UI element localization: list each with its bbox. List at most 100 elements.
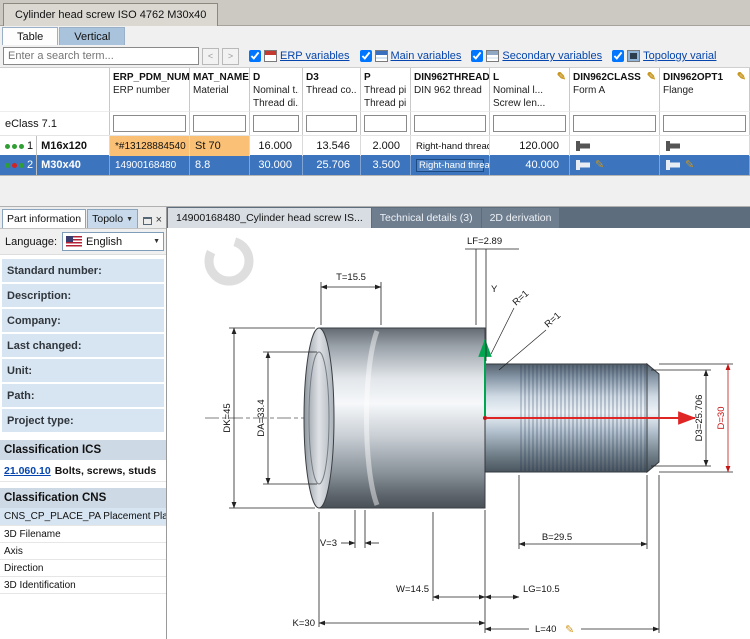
language-select[interactable]: English ▼ [62,232,164,251]
secondary-variables-link[interactable]: Secondary variables [502,50,602,62]
cns-item-3d-identification[interactable]: 3D Identification [0,577,166,594]
cell-din962opt1[interactable]: ✎ [660,155,750,175]
cell-material[interactable]: 8.8 [190,155,250,175]
table-row[interactable]: 1 M16x120 *#13128884540 St 70 16.000 13.… [0,135,750,155]
dim-t: T=15.5 [336,272,366,283]
ics-item[interactable]: 21.060.10 Bolts, screws, studs [0,460,166,482]
tab-2d-derivation[interactable]: 2D derivation [482,208,560,228]
document-tab[interactable]: Cylinder head screw ISO 4762 M30x40 [3,3,218,26]
view-tabbar: Table Vertical [0,26,750,45]
drawing-canvas[interactable]: T=15.5 LF=2.89 Y R=1 R=1 DK=45 DA=33.4 D… [167,228,750,639]
edit-pencil-icon[interactable]: ✎ [565,624,574,636]
cell-erp[interactable]: *#13128884540 [110,136,190,156]
topology-variables-link[interactable]: Topology varial [643,50,716,62]
cell-thread[interactable]: Right-hand thread ✎ [411,155,490,175]
cell-din962class[interactable]: ✎ [570,155,660,175]
field-last-changed[interactable]: Last changed: [2,334,164,357]
erp-variables-link[interactable]: ERP variables [280,50,350,62]
ics-code-link[interactable]: 21.060.10 [4,465,51,477]
thread-combo[interactable]: Right-hand thread ✎ [416,159,484,172]
topology-tab-label: Topolo [92,213,123,225]
column-name: P [364,72,371,83]
cell-thread[interactable]: Right-hand thread [411,136,490,156]
edit-column-icon[interactable]: ✎ [737,72,746,83]
column-header-d3[interactable]: D3 Thread co... [303,68,361,111]
cell-d[interactable]: 16.000 [250,136,303,156]
cell-din962opt1[interactable] [660,136,750,156]
cell-d3[interactable]: 25.706 [303,155,361,175]
topology-variables-checkbox[interactable] [612,50,624,62]
cns-item-placement[interactable]: CNS_CP_PLACE_PA Placement Pla [0,508,166,526]
filter-input-l[interactable] [493,115,566,132]
column-name: ERP_PDM_NUMBER [113,72,190,83]
column-header-din962class[interactable]: DIN962CLASS✎ Form A [570,68,660,111]
tab-part-information[interactable]: Part information [2,209,86,228]
tab-part-preview[interactable]: 14900168480_Cylinder head screw IS... [168,208,371,228]
filter-input-d[interactable] [253,115,299,132]
filter-input-p[interactable] [364,115,407,132]
filter-topology-variables: Topology varial [612,50,716,62]
column-header-p[interactable]: P Thread pi...Thread pi... [361,68,411,111]
field-company[interactable]: Company: [2,309,164,332]
field-path[interactable]: Path: [2,384,164,407]
column-header-d[interactable]: D Nominal t...Thread di... [250,68,303,111]
tab-technical-details[interactable]: Technical details (3) [372,208,481,228]
tab-table[interactable]: Table [2,27,58,45]
cell-erp[interactable]: 14900168480 [110,155,190,175]
cell-l[interactable]: 120.000 [490,136,570,156]
column-header-mat[interactable]: MAT_NAME Material [190,68,250,111]
technical-drawing: T=15.5 LF=2.89 Y R=1 R=1 DK=45 DA=33.4 D… [167,228,750,639]
cell-l[interactable]: 40.000 [490,155,570,175]
filter-input-din962class[interactable] [573,115,656,132]
edit-pencil-icon[interactable]: ✎ [595,160,604,171]
cell-p[interactable]: 3.500 [361,155,411,175]
column-header-din962thread[interactable]: DIN962THREAD✎ DIN 962 thread [411,68,490,111]
tab-topology-dropdown[interactable]: Topolo ▼ [87,209,138,228]
cell-d[interactable]: 30.000 [250,155,303,175]
filter-input-din962thread[interactable] [414,115,486,132]
erp-variables-checkbox[interactable] [249,50,261,62]
filter-input-mat[interactable] [193,115,246,132]
axis-y-label: Y [491,284,498,295]
secondary-variables-checkbox[interactable] [471,50,483,62]
document-tabbar: Cylinder head screw ISO 4762 M30x40 [0,0,750,26]
cell-p[interactable]: 2.000 [361,136,411,156]
filter-secondary-variables: Secondary variables [471,50,602,62]
edit-column-icon[interactable]: ✎ [647,72,656,83]
cns-item-direction[interactable]: Direction [0,560,166,577]
column-header-erp[interactable]: ERP_PDM_NUMBER ERP number [110,68,190,111]
filter-input-din962opt1[interactable] [663,115,746,132]
field-description[interactable]: Description: [2,284,164,307]
column-header-din962opt1[interactable]: DIN962OPT1✎ Flange [660,68,750,111]
language-label: Language: [5,236,57,248]
status-dot-green [12,144,17,149]
erp-variables-icon [264,50,277,62]
search-input[interactable] [3,47,199,65]
cell-din962class[interactable] [570,136,660,156]
column-header-l[interactable]: L✎ Nominal l...Screw len... [490,68,570,111]
prev-result-button[interactable]: < [202,48,219,65]
ics-item-text: Bolts, screws, studs [55,465,157,477]
field-unit[interactable]: Unit: [2,359,164,382]
cns-item-3d-filename[interactable]: 3D Filename [0,526,166,543]
filter-input-erp[interactable] [113,115,186,132]
screw-head [304,328,485,508]
main-variables-link[interactable]: Main variables [391,50,462,62]
close-icon[interactable]: × [156,215,162,226]
dim-l: L=40 [535,624,556,635]
dim-da: DA=33.4 [256,399,267,436]
edit-column-icon[interactable]: ✎ [557,72,566,83]
float-panel-icon[interactable] [143,217,152,225]
next-result-button[interactable]: > [222,48,239,65]
table-row-selected[interactable]: 2 M30x40 14900168480 8.8 30.000 25.706 3… [0,155,750,175]
cns-item-axis[interactable]: Axis [0,543,166,560]
classification-ics-header: Classification ICS [0,439,166,460]
edit-pencil-icon[interactable]: ✎ [685,160,694,171]
filter-input-d3[interactable] [306,115,357,132]
main-variables-checkbox[interactable] [360,50,372,62]
tab-vertical[interactable]: Vertical [59,27,125,45]
field-project-type[interactable]: Project type: [2,409,164,432]
cell-material[interactable]: St 70 [190,136,250,156]
field-standard-number[interactable]: Standard number: [2,259,164,282]
cell-d3[interactable]: 13.546 [303,136,361,156]
